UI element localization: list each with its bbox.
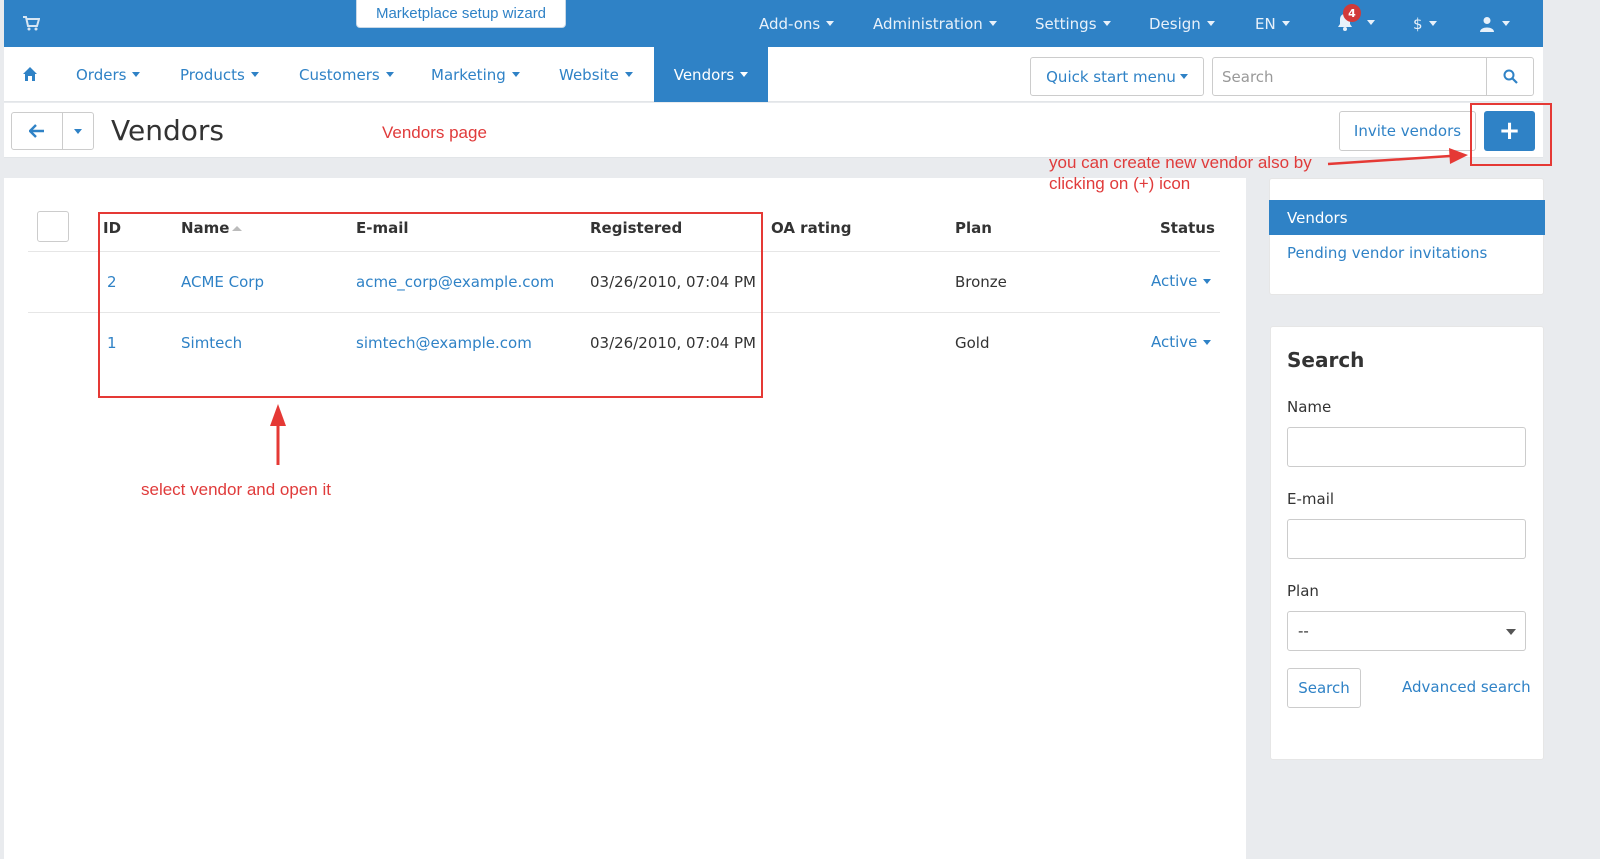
caret-down-icon (1206, 21, 1215, 26)
invite-vendors-button[interactable]: Invite vendors (1339, 111, 1476, 151)
back-button[interactable] (11, 112, 63, 150)
menu-settings[interactable]: Settings (1035, 0, 1111, 47)
caret-down-icon (250, 72, 259, 77)
caret-down-icon (1502, 21, 1510, 26)
user-icon (1480, 16, 1494, 32)
caret-down-icon[interactable] (1367, 20, 1375, 25)
menu-design[interactable]: Design (1149, 0, 1215, 47)
menu-label: Administration (873, 14, 983, 33)
caret-down-icon (511, 72, 520, 77)
menu-label: Add-ons (759, 14, 821, 33)
menu-language[interactable]: EN (1255, 0, 1290, 47)
menu-label: Design (1149, 14, 1201, 33)
notification-badge: 4 (1343, 4, 1361, 22)
status-label: Active (1151, 333, 1198, 351)
caret-down-icon (740, 72, 749, 77)
advanced-search-link[interactable]: Advanced search (1402, 678, 1531, 696)
menu-administration[interactable]: Administration (873, 0, 997, 47)
select-all-checkbox[interactable] (37, 211, 69, 242)
plan-select-value: -- (1298, 622, 1309, 640)
caret-down-icon (74, 128, 82, 134)
cart-icon[interactable] (22, 14, 40, 32)
menu-label: EN (1255, 14, 1276, 33)
annotation-create-vendor-line2: clicking on (+) icon (1049, 174, 1191, 193)
column-header-status: Status (1160, 219, 1215, 237)
caret-down-icon (1179, 74, 1188, 79)
caret-down-icon (624, 72, 633, 77)
search-panel-title: Search (1287, 348, 1365, 372)
quick-start-menu-button[interactable]: Quick start menu (1030, 57, 1204, 96)
plan-field-label: Plan (1287, 582, 1319, 600)
search-input[interactable] (1213, 58, 1486, 95)
sidebar-item-vendors[interactable]: Vendors (1269, 200, 1545, 235)
email-field-label: E-mail (1287, 490, 1335, 508)
caret-down-icon (826, 21, 835, 26)
email-input[interactable] (1287, 519, 1526, 559)
caret-down-icon (988, 21, 997, 26)
column-header-plan: Plan (955, 219, 992, 237)
nav-label: Vendors (673, 65, 735, 84)
menu-label: Settings (1035, 14, 1097, 33)
nav-label: Marketing (431, 65, 506, 84)
page-title: Vendors (111, 114, 224, 147)
caret-down-icon (132, 72, 141, 77)
plan-select[interactable]: -- (1287, 611, 1526, 651)
search-submit-button[interactable]: Search (1287, 668, 1361, 708)
name-field-label: Name (1287, 398, 1332, 416)
vendor-status-dropdown[interactable]: Active (1151, 332, 1212, 352)
menu-currency[interactable]: $ (1413, 0, 1437, 47)
menu-add-ons[interactable]: Add-ons (759, 0, 835, 47)
nav-products[interactable]: Products (180, 47, 259, 102)
nav-marketing[interactable]: Marketing (431, 47, 520, 102)
sidebar-nav-panel (1269, 178, 1544, 295)
vendor-status-dropdown[interactable]: Active (1151, 271, 1212, 291)
home-icon[interactable] (22, 66, 38, 82)
vendor-plan: Bronze (955, 273, 1007, 291)
back-dropdown-button[interactable] (62, 112, 94, 150)
quick-start-label: Quick start menu (1046, 67, 1176, 86)
nav-website[interactable]: Website (559, 47, 633, 102)
nav-label: Products (180, 65, 245, 84)
caret-down-icon (1428, 21, 1437, 26)
vendor-plan: Gold (955, 334, 990, 352)
search-icon (1503, 69, 1518, 84)
chevron-down-icon (1506, 629, 1516, 635)
annotation-vendors-page: Vendors page (382, 123, 487, 142)
name-input[interactable] (1287, 427, 1526, 467)
user-menu[interactable] (1480, 0, 1510, 47)
menu-label: $ (1413, 14, 1423, 33)
caret-down-icon (1203, 279, 1212, 284)
caret-down-icon (1281, 21, 1290, 26)
annotation-create-vendor-line1: you can create new vendor also by (1049, 153, 1312, 172)
marketplace-setup-wizard-button[interactable]: Marketplace setup wizard (356, 0, 566, 28)
nav-label: Website (559, 65, 619, 84)
nav-vendors[interactable]: Vendors (654, 47, 768, 102)
column-header-oa-rating: OA rating (771, 219, 852, 237)
caret-down-icon (1102, 21, 1111, 26)
global-search (1212, 57, 1534, 96)
search-button[interactable] (1486, 58, 1534, 95)
annotation-highlight-add-button (1470, 103, 1552, 166)
page-header (4, 103, 1543, 158)
status-label: Active (1151, 272, 1198, 290)
caret-down-icon (385, 72, 394, 77)
nav-label: Orders (76, 65, 127, 84)
sidebar-item-pending-invitations[interactable]: Pending vendor invitations (1287, 243, 1487, 263)
caret-down-icon (1203, 340, 1212, 345)
annotation-highlight-table (98, 212, 763, 398)
nav-label: Customers (299, 65, 380, 84)
nav-customers[interactable]: Customers (299, 47, 394, 102)
annotation-select-vendor: select vendor and open it (141, 480, 331, 499)
arrow-left-icon (29, 124, 44, 138)
nav-orders[interactable]: Orders (76, 47, 141, 102)
